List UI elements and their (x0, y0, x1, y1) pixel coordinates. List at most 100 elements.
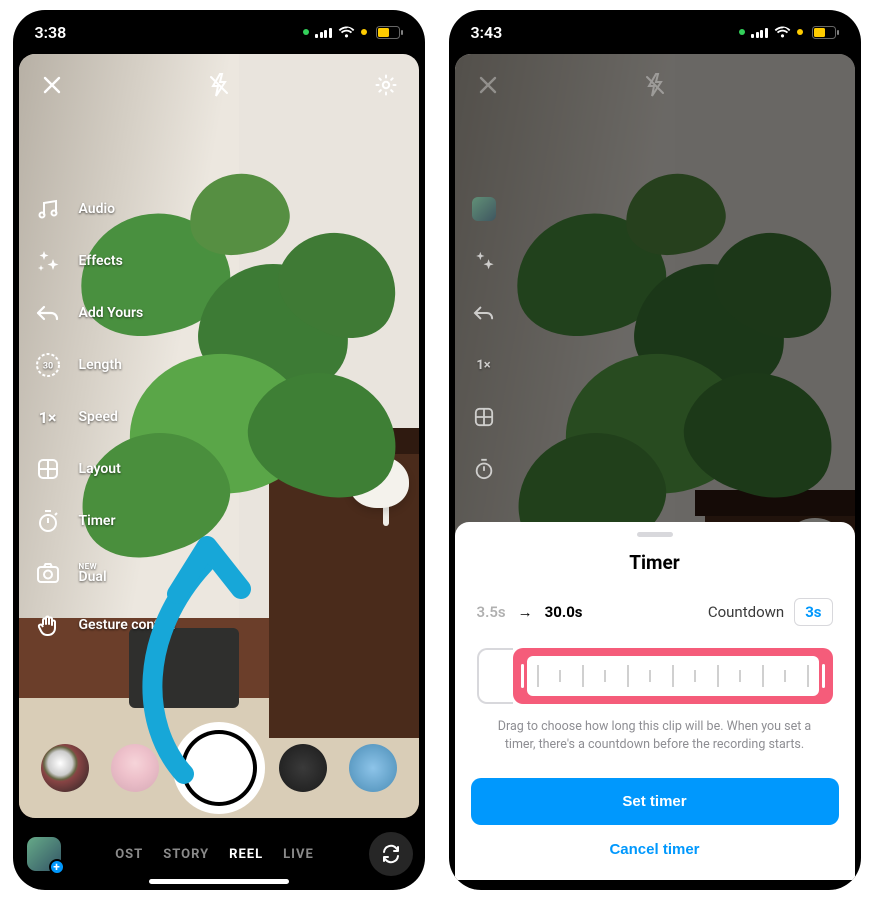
option-audio[interactable]: Audio (33, 194, 176, 224)
phone-right-timer-sheet: 3:43 (449, 10, 861, 890)
option-timer[interactable]: Timer (33, 506, 176, 536)
status-icons (737, 26, 839, 39)
cancel-timer-button[interactable]: Cancel timer (471, 841, 839, 858)
audio-thumbnail-icon (472, 197, 496, 221)
effect-preset-1[interactable] (41, 744, 89, 792)
tab-reel[interactable]: REEL (229, 847, 263, 862)
effect-preset-3[interactable] (279, 744, 327, 792)
collapsed-layout[interactable] (469, 402, 499, 432)
speed-1x-icon: 1× (33, 402, 63, 432)
wifi-icon (774, 26, 791, 38)
collapsed-add-yours[interactable] (469, 298, 499, 328)
countdown-selector[interactable]: 3s (794, 598, 832, 626)
slider-right-handle[interactable] (822, 664, 825, 688)
collapsed-timer[interactable] (469, 454, 499, 484)
sheet-title: Timer (471, 551, 839, 574)
stopwatch-icon (469, 454, 499, 484)
clip-end-time: 30.0s (545, 603, 583, 621)
status-bar: 3:38 (13, 10, 425, 54)
settings-button[interactable] (371, 70, 401, 100)
option-add-yours[interactable]: Add Yours (33, 298, 176, 328)
battery-icon (812, 26, 839, 39)
tab-live[interactable]: LIVE (283, 847, 314, 862)
sparkles-icon (469, 246, 499, 276)
effect-preset-2[interactable] (111, 744, 159, 792)
close-button[interactable] (473, 70, 503, 100)
time-range-row: 3.5s → 30.0s Countdown 3s (471, 598, 839, 626)
status-icons (301, 26, 403, 39)
plus-badge-icon: + (49, 859, 65, 875)
privacy-indicator-dot (303, 29, 309, 35)
flip-camera-button[interactable] (369, 832, 413, 876)
option-gesture-control[interactable]: Gesture control (33, 610, 176, 640)
music-note-icon (33, 194, 63, 224)
option-effects-label: Effects (79, 253, 123, 269)
length-30-icon: 30 (33, 350, 63, 380)
option-dual[interactable]: NEW Dual (33, 558, 176, 588)
effect-preset-4[interactable] (349, 744, 397, 792)
option-speed[interactable]: 1× Speed (33, 402, 176, 432)
sparkles-icon (33, 246, 63, 276)
status-time: 3:38 (35, 23, 67, 42)
low-power-dot (797, 29, 803, 35)
speed-1x-icon: 1× (469, 350, 499, 380)
collapsed-speed[interactable]: 1× (469, 350, 499, 380)
slider-left-handle[interactable] (521, 664, 524, 688)
reply-arrow-icon (33, 298, 63, 328)
duration-slider[interactable] (477, 648, 833, 704)
svg-text:30: 30 (42, 362, 52, 372)
dual-camera-icon (33, 558, 63, 588)
shutter-button[interactable] (181, 730, 257, 806)
low-power-dot (361, 29, 367, 35)
arrow-right-icon: → (518, 603, 533, 621)
sheet-grabber[interactable] (637, 532, 673, 537)
reply-arrow-icon (469, 298, 499, 328)
battery-icon (376, 26, 403, 39)
stopwatch-icon (33, 506, 63, 536)
flash-off-button[interactable] (204, 70, 234, 100)
timer-sheet: Timer 3.5s → 30.0s Countdown 3s (455, 522, 855, 880)
option-effects[interactable]: Effects (33, 246, 176, 276)
option-timer-label: Timer (79, 513, 116, 529)
reel-options-collapsed: 1× (469, 194, 499, 484)
option-audio-label: Audio (79, 201, 116, 217)
option-length-label: Length (79, 357, 122, 373)
status-time: 3:43 (471, 23, 503, 42)
tab-post[interactable]: OST (115, 847, 143, 862)
wifi-icon (338, 26, 355, 38)
option-gesture-label: Gesture control (79, 617, 176, 633)
layout-grid-icon (33, 454, 63, 484)
mode-tab-bar: + OST STORY REEL LIVE (13, 818, 425, 890)
countdown-label: Countdown (708, 603, 784, 621)
phone-left-reel-options: 3:38 (13, 10, 425, 890)
gallery-button[interactable]: + (27, 837, 61, 871)
slider-active-range[interactable] (513, 648, 833, 704)
bottom-spacer (449, 880, 861, 890)
privacy-indicator-dot (739, 29, 745, 35)
option-dual-label: NEW Dual (79, 562, 107, 585)
slider-ghost-segment (477, 648, 513, 704)
option-add-yours-label: Add Yours (79, 305, 144, 321)
collapsed-effects[interactable] (469, 246, 499, 276)
reel-options-list: Audio Effects Add Yours 30 Length 1× Spe… (33, 194, 176, 640)
camera-viewport-dimmed: 1× Timer 3.5s → 30.0s Countdown 3s (455, 54, 855, 880)
home-indicator (149, 879, 289, 884)
layout-grid-icon (469, 402, 499, 432)
camera-bottom-controls (19, 728, 419, 818)
hand-icon (33, 610, 63, 640)
tab-story[interactable]: STORY (163, 847, 209, 862)
clip-start-time: 3.5s (477, 603, 506, 621)
status-bar: 3:43 (449, 10, 861, 54)
collapsed-audio-thumb[interactable] (469, 194, 499, 224)
slider-hint-text: Drag to choose how long this clip will b… (471, 718, 839, 754)
option-length[interactable]: 30 Length (33, 350, 176, 380)
cellular-signal-icon (315, 27, 332, 38)
slider-ticks (527, 656, 819, 696)
close-button[interactable] (37, 70, 67, 100)
option-speed-label: Speed (79, 409, 118, 425)
option-layout[interactable]: Layout (33, 454, 176, 484)
cellular-signal-icon (751, 27, 768, 38)
set-timer-button[interactable]: Set timer (471, 778, 839, 825)
camera-viewport: Audio Effects Add Yours 30 Length 1× Spe… (19, 54, 419, 818)
flash-off-button[interactable] (640, 70, 670, 100)
